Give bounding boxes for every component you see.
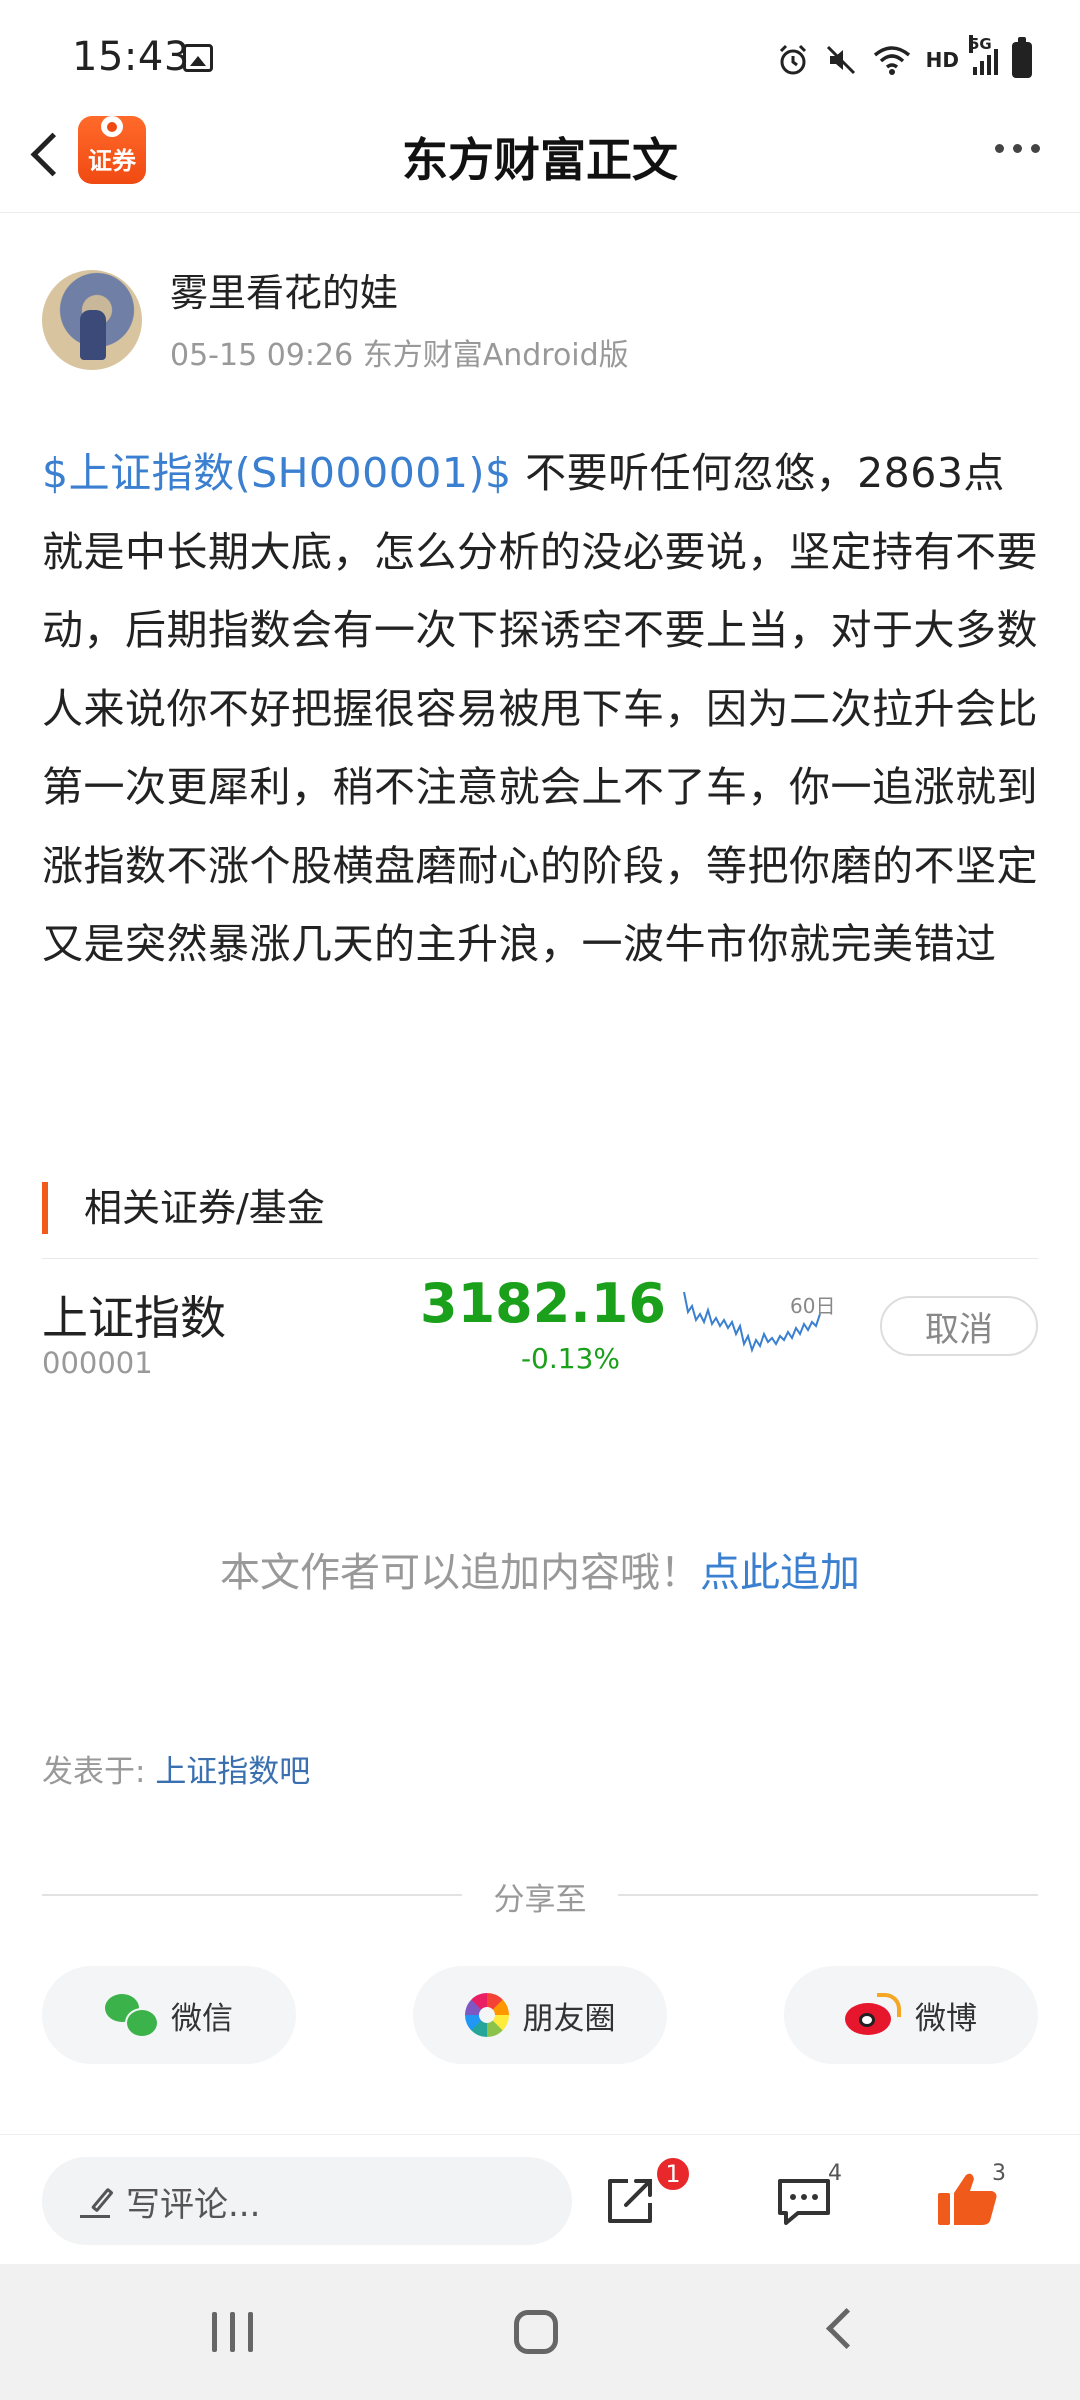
append-text: 本文作者可以追加内容哦！ xyxy=(220,1550,700,1596)
network-label: 5G xyxy=(969,35,992,53)
moments-icon xyxy=(464,1993,509,2037)
battery-icon xyxy=(1012,37,1032,78)
forum-link[interactable]: 上证指数吧 xyxy=(155,1754,310,1790)
recent-apps-button[interactable] xyxy=(212,2312,253,2352)
weibo-icon xyxy=(845,1993,901,2037)
comment-icon[interactable] xyxy=(776,2175,832,2225)
divider xyxy=(618,1894,1038,1896)
comment-count: 4 xyxy=(828,2161,842,2186)
status-icons: HD 5G xyxy=(776,35,1032,82)
author-avatar[interactable] xyxy=(42,270,142,370)
wifi-icon xyxy=(873,46,910,75)
mute-icon xyxy=(826,45,855,75)
related-section-title: 相关证券/基金 xyxy=(84,1186,325,1230)
cancel-follow-button[interactable]: 取消 xyxy=(880,1296,1038,1356)
share-icon[interactable] xyxy=(604,2173,658,2227)
bottom-action-bar: 写评论... 1 4 3 xyxy=(0,2134,1080,2265)
app-header: 证券 东方财富正文 xyxy=(0,100,1080,213)
append-prompt: 本文作者可以追加内容哦！点此追加 xyxy=(0,1540,1080,1598)
article-body: $上证指数(SH000001)$ 不要听任何忽悠，2863点就是中长期大底，怎么… xyxy=(42,434,1038,984)
append-link[interactable]: 点此追加 xyxy=(700,1550,860,1596)
like-count: 3 xyxy=(992,2161,1006,2186)
share-label: 分享至 xyxy=(493,1882,587,1918)
share-wechat-label: 微信 xyxy=(171,2000,233,2037)
thumbs-up-icon[interactable] xyxy=(936,2169,1000,2229)
more-dots-icon xyxy=(995,144,1004,153)
page-title: 东方财富正文 xyxy=(402,133,678,187)
more-button[interactable] xyxy=(995,144,1040,153)
posted-in: 发表于: 上证指数吧 xyxy=(42,1746,310,1791)
post-meta: 05-15 09:26 东方财富Android版 xyxy=(170,338,629,373)
divider xyxy=(42,1258,1038,1259)
signal-icon: 5G xyxy=(969,35,998,75)
stock-code: 000001 xyxy=(42,1346,153,1380)
share-moments-label: 朋友圈 xyxy=(522,2000,616,2037)
divider xyxy=(42,1894,462,1896)
nav-back-button[interactable] xyxy=(825,2307,868,2350)
share-weibo-button[interactable]: 微博 xyxy=(784,1966,1038,2064)
stock-change: -0.13% xyxy=(520,1342,620,1375)
share-wechat-button[interactable]: 微信 xyxy=(42,1966,296,2064)
stock-name[interactable]: 上证指数 xyxy=(42,1282,226,1348)
pen-icon xyxy=(80,2184,110,2218)
share-weibo-label: 微博 xyxy=(915,2000,977,2037)
stock-link[interactable]: $上证指数(SH000001)$ xyxy=(42,449,512,497)
sparkline-label: 60日 xyxy=(790,1294,836,1318)
author-name[interactable]: 雾里看花的娃 xyxy=(170,262,398,317)
alarm-icon xyxy=(779,44,806,75)
stock-price: 3182.16 xyxy=(420,1272,666,1335)
home-button[interactable] xyxy=(514,2310,558,2354)
wechat-icon xyxy=(105,1994,159,2038)
share-moments-button[interactable]: 朋友圈 xyxy=(413,1966,667,2064)
section-accent-bar xyxy=(42,1182,48,1234)
comment-input[interactable]: 写评论... xyxy=(42,2157,572,2245)
comment-placeholder: 写评论... xyxy=(126,2184,261,2225)
share-badge: 1 xyxy=(654,2155,692,2193)
status-time: 15:43 xyxy=(72,34,190,80)
image-icon xyxy=(183,44,213,72)
system-nav-bar xyxy=(0,2264,1080,2400)
posted-label: 发表于: xyxy=(42,1754,156,1790)
hd-label: HD xyxy=(925,48,959,72)
article-text: 不要听任何忽悠，2863点就是中长期大底，怎么分析的没必要说，坚定持有不要动，后… xyxy=(42,449,1038,968)
